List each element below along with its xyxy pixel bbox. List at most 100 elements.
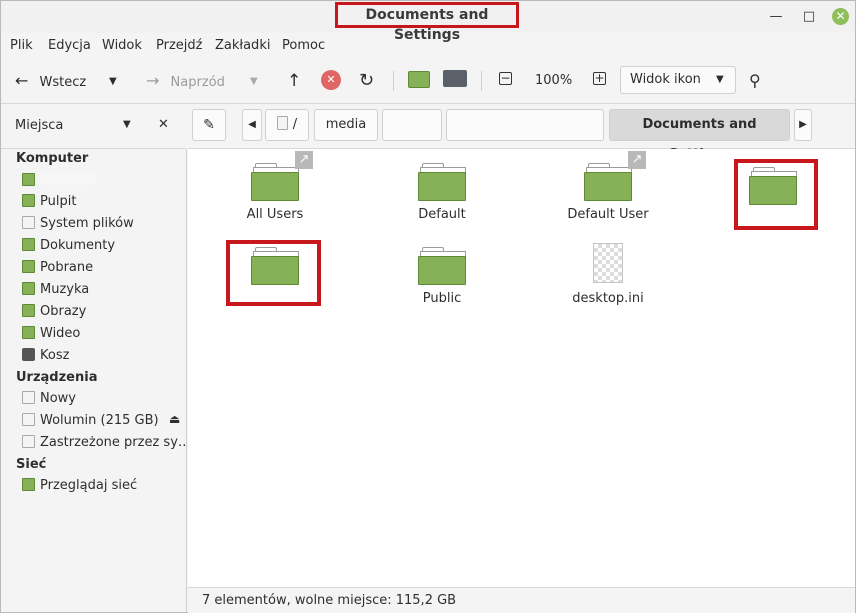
menu-file[interactable]: Plik (10, 38, 33, 53)
file-item[interactable]: Default (377, 163, 507, 222)
chevron-left-icon: ◀ (248, 119, 256, 130)
zoom-out-button[interactable]: − (499, 72, 512, 85)
crumb-root[interactable]: / (265, 109, 309, 141)
sidebar-item-desktop[interactable]: Pulpit (22, 192, 76, 212)
menu-bookmarks[interactable]: Zakładki (215, 38, 270, 53)
symlink-arrow-icon: ↗ (295, 151, 313, 169)
sidebar-item-documents[interactable]: Dokumenty (22, 236, 115, 256)
drive-icon (22, 391, 35, 404)
view-mode-select[interactable]: Widok ikon ▼ (620, 66, 736, 94)
sidebar-item-label: System plików (40, 216, 134, 231)
sidebar-item-trash[interactable]: Kosz (22, 346, 69, 366)
sidebar-item-music[interactable]: Muzyka (22, 280, 89, 300)
sidebar-item-device-reserved[interactable]: Zastrzeżone przez sy… (22, 433, 191, 453)
sidebar-item-label: Kosz (40, 348, 70, 363)
downloads-folder-icon (22, 260, 35, 273)
path-scroll-left-button[interactable]: ◀ (242, 109, 262, 141)
menu-help[interactable]: Pomoc (282, 38, 325, 53)
sidebar-item-label: Pobrane (40, 260, 94, 275)
menu-view[interactable]: Widok (102, 38, 142, 53)
maximize-icon[interactable]: □ (801, 9, 817, 25)
file-name: desktop.ini (572, 291, 644, 306)
file-name: All Users (246, 207, 304, 222)
crumb-hidden-2[interactable] (446, 109, 604, 141)
sidebar-item-label: Nowy (40, 391, 77, 406)
toolbar-separator (481, 71, 482, 91)
toolbar-separator (393, 71, 394, 91)
highlight-box (734, 159, 818, 230)
chevron-down-icon: ▼ (123, 119, 131, 130)
sidebar-item-label: Dokumenty (40, 238, 116, 253)
back-history-dropdown[interactable]: ▼ (109, 69, 117, 93)
arrow-left-icon: ← (15, 71, 29, 90)
eject-icon[interactable]: ⏏ (169, 412, 180, 426)
edit-location-button[interactable]: ✎ (192, 109, 226, 141)
up-button[interactable]: ↑ (287, 69, 301, 93)
path-scroll-right-button[interactable]: ▶ (794, 109, 812, 141)
search-button[interactable]: ⚲ (749, 69, 761, 93)
folder-icon: ↗ (584, 151, 646, 201)
forward-button[interactable]: → Naprzód (146, 69, 236, 93)
forward-label: Naprzód (170, 75, 225, 90)
computer-button[interactable] (443, 70, 467, 87)
sidebar-item-browse-network[interactable]: Przeglądaj sieć (22, 476, 137, 496)
forward-history-dropdown[interactable]: ▼ (250, 69, 258, 93)
plus-icon: + (594, 71, 605, 85)
window-title: Documents and Settings (335, 2, 519, 43)
reload-button[interactable]: ↻ (359, 69, 374, 93)
crumb-current[interactable]: Documents and Settings (609, 109, 790, 162)
zoom-in-button[interactable]: + (593, 72, 606, 85)
status-text: 7 elementów, wolne miejsce: 115,2 GB (202, 593, 457, 608)
documents-folder-icon (22, 238, 35, 251)
sidebar-item-filesystem[interactable]: System plików (22, 214, 134, 234)
sidebar-item-videos[interactable]: Wideo (22, 324, 80, 344)
drive-icon (276, 116, 288, 130)
sidebar-item-device-volume[interactable]: Wolumin (215 GB) (22, 411, 159, 431)
chevron-down-icon: ▼ (109, 76, 117, 87)
menu-go[interactable]: Przejdź (156, 38, 202, 53)
sidebar-item-downloads[interactable]: Pobrane (22, 258, 93, 278)
highlight-box (226, 240, 321, 306)
sidebar-item-label (40, 173, 96, 185)
section-devices: Urządzenia (16, 370, 98, 385)
minus-icon: − (500, 71, 511, 85)
reload-icon: ↻ (359, 70, 375, 91)
arrow-right-icon: → (146, 71, 160, 90)
file-item[interactable]: desktop.ini (543, 243, 673, 306)
file-item[interactable]: Public (377, 247, 507, 306)
places-dropdown[interactable]: ▼ (123, 119, 131, 130)
sidebar-item-label: Przeglądaj sieć (40, 478, 138, 493)
file-item[interactable]: ↗ Default User (543, 151, 673, 222)
music-folder-icon (22, 282, 35, 295)
sidebar-item-label: Zastrzeżone przez sy… (40, 435, 191, 450)
menu-edit[interactable]: Edycja (48, 38, 91, 53)
section-network: Sieć (16, 457, 47, 472)
crumb-media[interactable]: media (314, 109, 378, 141)
view-mode-label: Widok ikon (630, 72, 701, 87)
stop-button[interactable]: ✕ (321, 70, 341, 90)
file-view[interactable]: ↗ All Users Default ↗ Default User Publi… (188, 149, 855, 587)
file-name: Public (422, 291, 462, 306)
folder-icon: ↗ (251, 151, 313, 201)
folder-icon (418, 163, 466, 201)
title-bar[interactable]: Documents and Settings — □ ✕ (1, 1, 855, 43)
close-icon[interactable]: ✕ (832, 8, 849, 25)
back-button[interactable]: ← Wstecz (15, 69, 105, 93)
minimize-icon[interactable]: — (768, 9, 784, 25)
home-button[interactable] (408, 71, 430, 88)
videos-folder-icon (22, 326, 35, 339)
chevron-right-icon: ▶ (799, 119, 807, 130)
sidebar-item-home[interactable] (22, 171, 96, 191)
crumb-hidden-1[interactable] (382, 109, 442, 141)
close-sidebar-button[interactable]: ✕ (158, 117, 169, 132)
sidebar-item-pictures[interactable]: Obrazy (22, 302, 86, 322)
sidebar-item-label: Obrazy (40, 304, 87, 319)
search-icon: ⚲ (749, 71, 761, 90)
desktop-icon (22, 194, 35, 207)
menu-bar: Plik Edycja Widok Przejdź Zakładki Pomoc (1, 34, 855, 56)
file-item[interactable]: ↗ All Users (210, 151, 340, 222)
section-computer: Komputer (16, 151, 89, 166)
sidebar-item-device-nowy[interactable]: Nowy (22, 389, 76, 409)
sidebar-item-label: Pulpit (40, 194, 77, 209)
chevron-down-icon: ▼ (716, 74, 724, 85)
